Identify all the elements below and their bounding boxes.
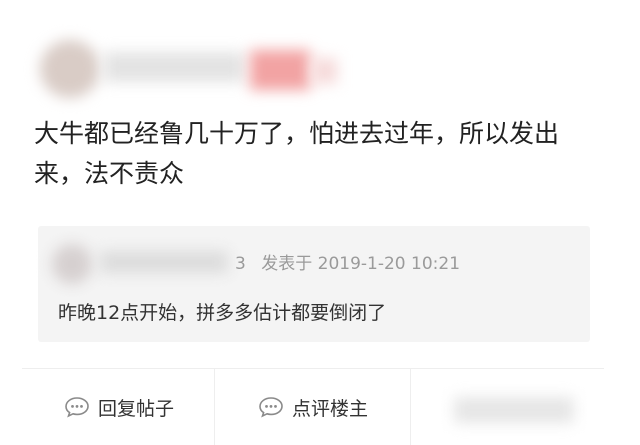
quote-datetime: 2019-1-20 10:21 — [317, 254, 461, 274]
comment-owner-button[interactable]: 点评楼主 — [258, 369, 368, 445]
posted-label: 发表于 — [261, 254, 313, 274]
post-content: 大牛都已经鲁几十万了，怕进去过年，所以发出来，法不责众 — [34, 119, 560, 188]
quote-username-blurred — [100, 251, 228, 273]
quote-avatar — [52, 244, 92, 284]
comment-owner-label: 点评楼主 — [292, 397, 369, 420]
chat-bubble-icon — [259, 397, 283, 418]
quote-author-suffix: 3 — [235, 254, 246, 274]
user-badge-blurred — [250, 50, 310, 90]
reply-post-label: 回复帖子 — [98, 397, 175, 420]
reply-post-button[interactable]: 回复帖子 — [64, 369, 174, 445]
third-action-blurred[interactable] — [454, 397, 574, 423]
quote-content: 昨晚12点开始，拼多多估计都要倒闭了 — [58, 302, 387, 324]
action-bar: 回复帖子 点评楼主 — [22, 368, 604, 445]
user-badge-blurred-2 — [312, 58, 337, 84]
chat-bubble-icon — [65, 397, 89, 418]
action-divider-1 — [214, 369, 215, 445]
username-blurred — [104, 52, 244, 82]
quote-meta: 3 发表于 2019-1-20 10:21 — [235, 249, 460, 274]
action-divider-2 — [410, 369, 411, 445]
user-avatar[interactable] — [40, 40, 100, 98]
quoted-reply: 3 发表于 2019-1-20 10:21 昨晚12点开始，拼多多估计都要倒闭了 — [38, 226, 590, 342]
